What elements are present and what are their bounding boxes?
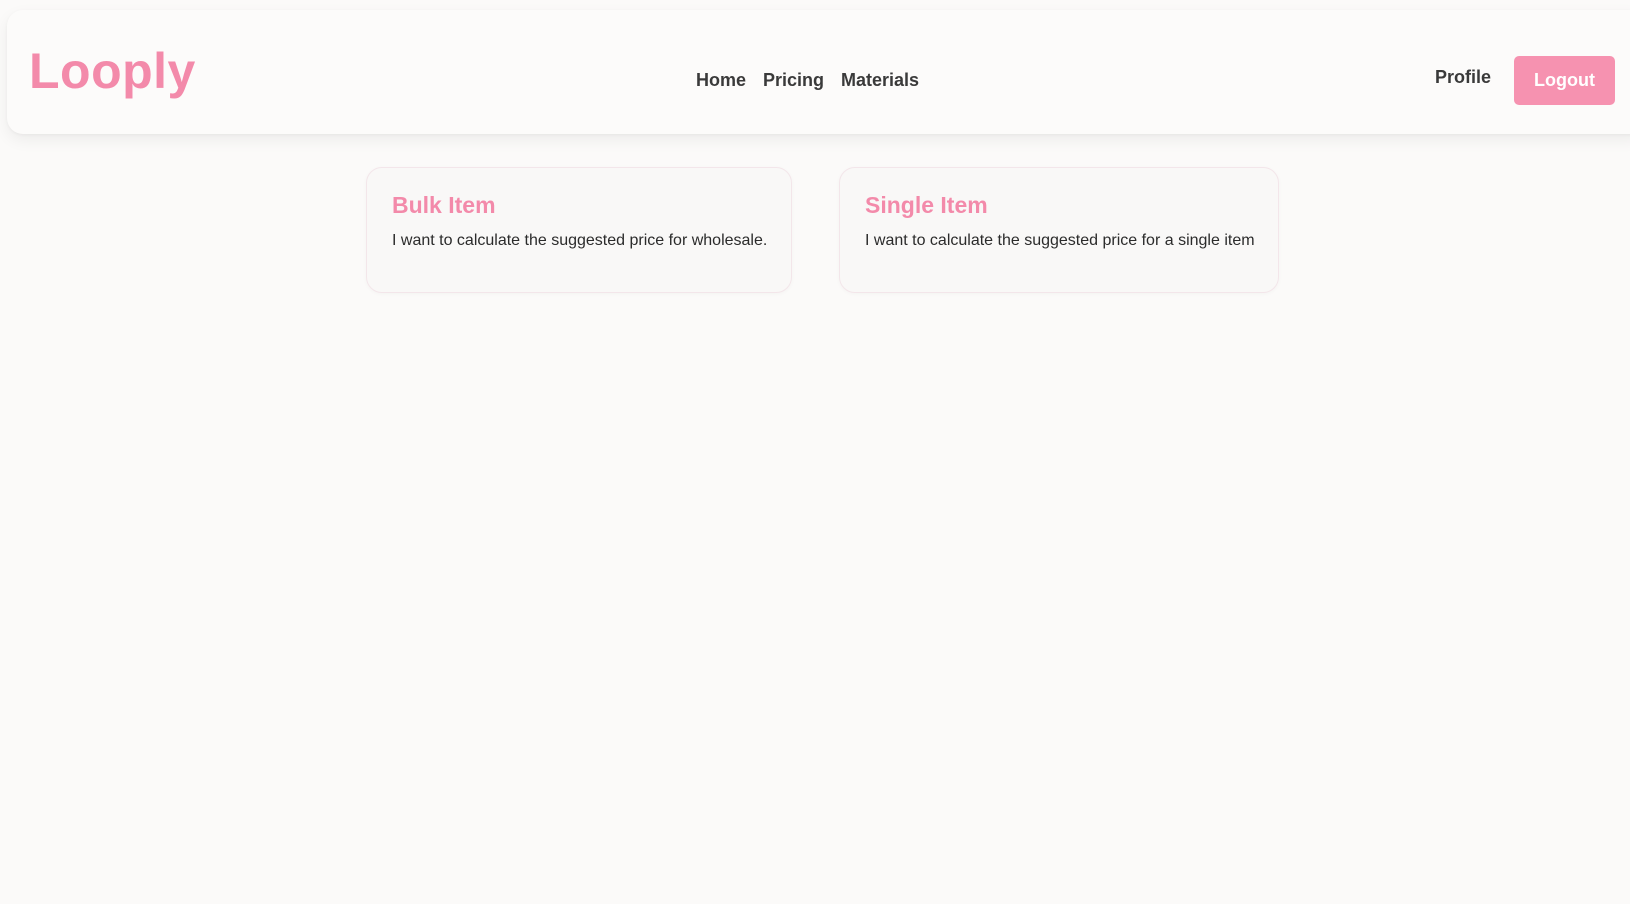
brand-logo[interactable]: Looply [29,42,196,100]
card-title: Single Item [865,192,988,218]
logout-button[interactable]: Logout [1514,56,1615,105]
bulk-item-card[interactable]: Bulk Item I want to calculate the sugges… [366,167,792,293]
single-item-card[interactable]: Single Item I want to calculate the sugg… [839,167,1279,293]
nav-link-materials[interactable]: Materials [841,70,919,91]
card-title: Bulk Item [392,192,496,218]
top-navbar: Looply Home Pricing Materials Profile Lo… [7,10,1630,134]
profile-link[interactable]: Profile [1435,67,1491,88]
nav-link-home[interactable]: Home [696,70,746,91]
main-nav: Home Pricing Materials [696,70,919,91]
card-description: I want to calculate the suggested price … [392,232,768,249]
nav-link-pricing[interactable]: Pricing [763,70,824,91]
card-description: I want to calculate the suggested price … [865,232,1255,249]
